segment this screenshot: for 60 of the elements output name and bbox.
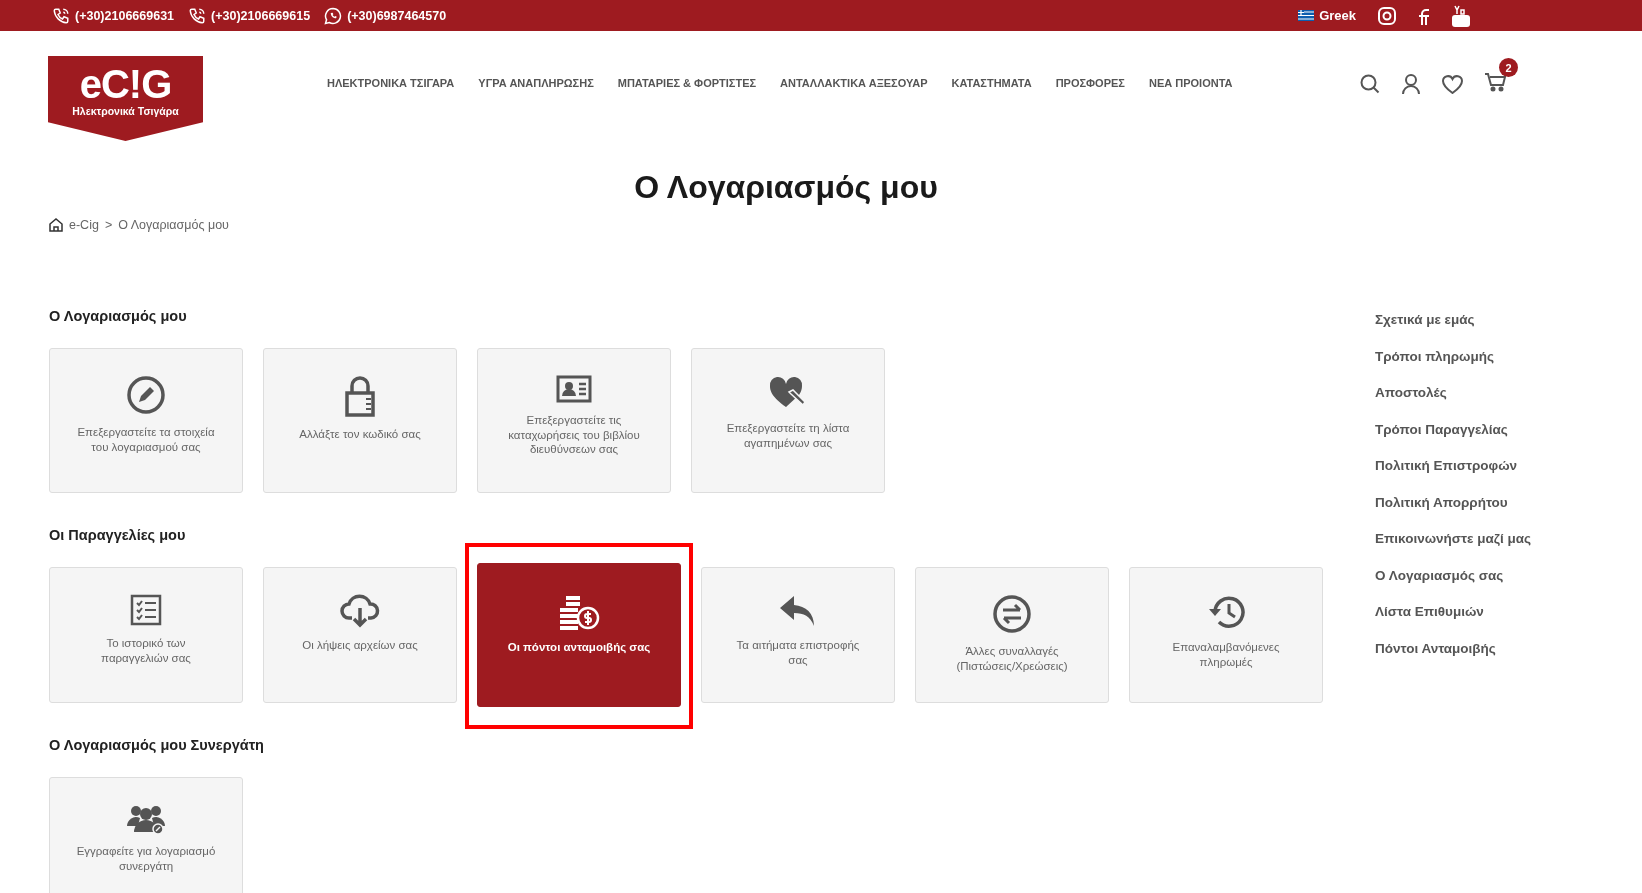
nav-link[interactable]: ΚΑΤΑΣΤΗΜΑΤΑ [951,77,1032,89]
sidebar-link[interactable]: Ο Λογαριασμός σας [1375,567,1532,583]
home-icon[interactable] [49,218,63,232]
section-heading: Οι Παραγγελίες μου [49,527,187,543]
checklist-icon [130,594,162,626]
account-tile[interactable]: Άλλες συναλλαγές (Πιστώσεις/Χρεώσεις) [915,567,1109,703]
user-icon[interactable] [1402,73,1420,95]
nav-link[interactable]: ΥΓΡΑ ΑΝΑΠΛΗΡΩΣΗΣ [478,77,594,89]
account-tile[interactable]: Επεξεργαστείτε τις καταχωρήσεις του βιβλίου διευθύνσεων σας [477,348,671,493]
coins-icon [558,594,600,630]
pencil-circle-icon [126,375,166,415]
account-tile[interactable]: Επεξεργαστείτε τη λίστα αγαπημένων σας [691,348,885,493]
nav-link[interactable]: ΝΕΑ ΠΡΟΙΟΝΤΑ [1148,77,1233,89]
people-group-icon [127,804,165,834]
logo[interactable]: eC!G Ηλεκτρονικά Τσιγάρα [48,56,203,141]
sidebar-link[interactable]: Επικοινωνήστε μαζί μας [1375,531,1532,546]
search-icon[interactable] [1360,74,1380,94]
account-tile[interactable]: Αλλάξτε τον κωδικό σας [263,348,457,493]
account-tile[interactable]: Εγγραφείτε για λογαριασμό συνεργάτη [49,777,243,893]
breadcrumb-separator: > [104,218,113,232]
sidebar-link[interactable]: Πολιτική Επιστροφών [1375,458,1532,473]
phone-icon [188,6,207,25]
cart-icon[interactable] [1485,72,1506,92]
breadcrumb-link[interactable]: e-Cig [69,218,99,232]
account-tile[interactable]: Το ιστορικό των παραγγελιών σας [49,567,243,703]
section-heading: Ο Λογαριασμός μου Συνεργάτη [49,737,265,753]
sidebar-link[interactable]: Τρόποι Παραγγελίας [1375,421,1532,437]
account-tile[interactable]: Οι λήψεις αρχείων σας [263,567,457,703]
flag-icon [1298,10,1315,21]
sidebar-link[interactable]: Αποστολές [1375,385,1532,400]
id-card-icon [556,375,592,403]
phone-number[interactable]: (+30)2106669631 [75,8,175,23]
heart-icon[interactable] [1442,74,1463,94]
nav-link[interactable]: ΜΠΑΤΑΡΙΕΣ & ΦΟΡΤΙΣΤΕΣ [617,77,757,89]
phone-icon [52,6,70,25]
sidebar-link[interactable]: Πόντοι Ανταμοιβής [1375,640,1532,656]
nav-link[interactable]: ΑΝΤΑΛΛΑΚΤΙΚΑ ΑΞΕΣΟΥΑΡ [780,77,928,89]
nav-link[interactable]: ΠΡΟΣΦΟΡΕΣ [1055,77,1125,89]
exchange-arrows-icon [992,594,1032,634]
page-title: Ο Λογαριασμός μου [633,169,939,206]
account-tile[interactable]: Επεξεργαστείτε τα στοιχεία του λογαριασμού σας [49,348,243,493]
breadcrumb-link[interactable]: Ο Λογαριασμός μου [118,218,229,232]
sidebar-link[interactable]: Σχετικά με εμάς [1375,312,1532,327]
chat-bubble-phone-icon [324,6,343,25]
nav-link[interactable]: ΗΛΕΚΤΡΟΝΙΚΑ ΤΣΙΓΑΡΑ [327,77,455,89]
sidebar-link[interactable]: Λίστα Επιθυμιών [1375,604,1532,619]
cloud-download-icon [340,594,380,628]
sidebar-link[interactable]: Πολιτική Απορρήτου [1375,494,1532,510]
phone-number[interactable]: (+30)2106669615 [211,8,311,23]
padlock-icon [344,375,376,417]
sidebar-link[interactable]: Τρόποι πληρωμής [1375,348,1532,364]
account-tile[interactable]: Τα αιτήματα επιστροφής σας [701,567,895,703]
account-tile[interactable]: Επαναλαμβανόμενες πληρωμές [1129,567,1323,703]
history-clock-icon [1206,594,1246,630]
instagram-icon[interactable] [1378,6,1396,25]
account-tile[interactable]: Οι πόντοι ανταμοιβής σας [477,563,681,707]
section-heading: Ο Λογαριασμός μου [49,308,188,324]
cart-count-badge: 2 [1499,58,1518,77]
phone-number[interactable]: (+30)6987464570 [347,8,447,23]
language-selector[interactable]: Greek [1319,8,1356,23]
